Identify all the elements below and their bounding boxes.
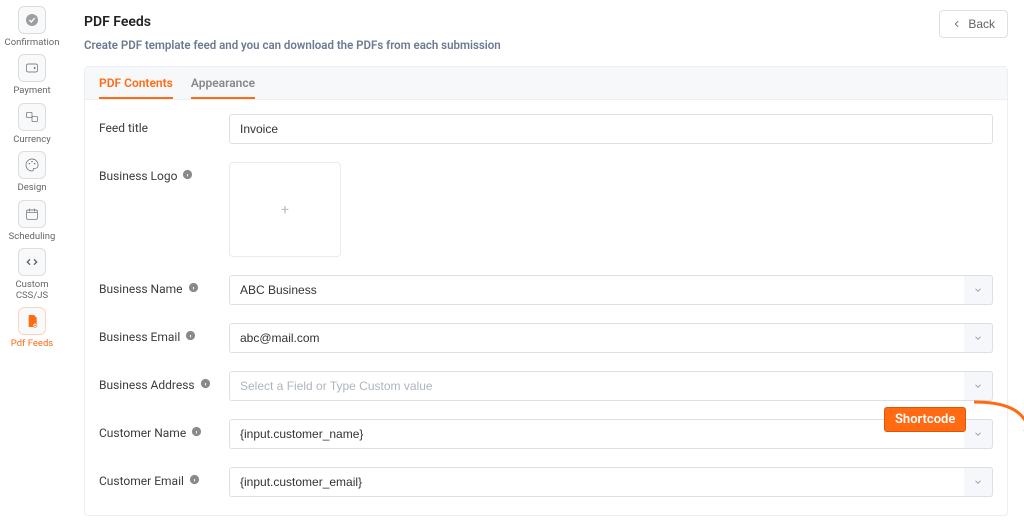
info-icon [189,474,200,488]
code-icon [18,248,46,276]
customer-name-dropdown[interactable] [964,419,993,449]
page-title: PDF Feeds [84,14,151,30]
business-logo-label: Business Logo [99,162,229,183]
business-email-input[interactable] [229,323,964,353]
customer-email-input[interactable] [229,467,964,497]
business-name-dropdown[interactable] [964,275,993,305]
business-name-input[interactable] [229,275,964,305]
tab-pdf-contents[interactable]: PDF Contents [99,67,173,99]
back-button-label: Back [968,17,995,31]
settings-panel: PDF Contents Appearance Feed title Busin… [84,66,1008,516]
sidebar-item-label: Confirmation [5,38,60,48]
customer-name-label: Customer Name [99,419,229,440]
sidebar-item-label: Payment [13,86,50,96]
customer-name-input[interactable] [229,419,964,449]
sidebar-item-label: Currency [13,135,51,145]
page-subtitle: Create PDF template feed and you can dow… [84,38,1008,52]
business-name-label: Business Name [99,275,229,296]
palette-icon [18,151,46,179]
feed-title-label: Feed title [99,114,229,135]
info-icon [185,330,196,344]
sidebar-item-label: Custom CSS/JS [4,280,60,301]
business-email-dropdown[interactable] [964,323,993,353]
currency-icon [18,103,46,131]
settings-sidebar: Confirmation Payment Currency Design Sch [0,0,64,522]
calendar-icon [18,200,46,228]
business-address-input[interactable] [229,371,964,401]
customer-email-label: Customer Email [99,467,229,488]
check-circle-icon [18,6,46,34]
main-content: PDF Feeds Back Create PDF template feed … [64,0,1024,522]
business-address-label: Business Address [99,371,229,392]
wallet-icon [18,54,46,82]
info-icon [200,378,211,392]
logo-upload[interactable]: + [229,162,341,257]
back-button[interactable]: Back [939,10,1008,38]
pdf-contents-form: Feed title Business Logo + [85,100,1007,497]
tabs: PDF Contents Appearance [85,67,1007,100]
business-address-dropdown[interactable] [964,371,993,401]
customer-email-dropdown[interactable] [964,467,993,497]
sidebar-item-label: Pdf Feeds [11,339,53,349]
sidebar-item-label: Scheduling [9,232,56,242]
sidebar-item-custom-css-js[interactable]: Custom CSS/JS [4,248,60,301]
sidebar-item-design[interactable]: Design [4,151,60,193]
business-email-label: Business Email [99,323,229,344]
info-icon [191,426,202,440]
sidebar-item-pdf-feeds[interactable]: Pdf Feeds [4,307,60,349]
tab-appearance[interactable]: Appearance [191,67,255,99]
pdf-icon [18,307,46,335]
sidebar-item-scheduling[interactable]: Scheduling [4,200,60,242]
feed-title-input[interactable] [229,114,993,144]
info-icon [188,282,199,296]
plus-icon: + [281,202,289,218]
sidebar-item-payment[interactable]: Payment [4,54,60,96]
info-icon [182,169,193,183]
sidebar-item-currency[interactable]: Currency [4,103,60,145]
sidebar-item-label: Design [17,183,46,193]
sidebar-item-confirmation[interactable]: Confirmation [4,6,60,48]
